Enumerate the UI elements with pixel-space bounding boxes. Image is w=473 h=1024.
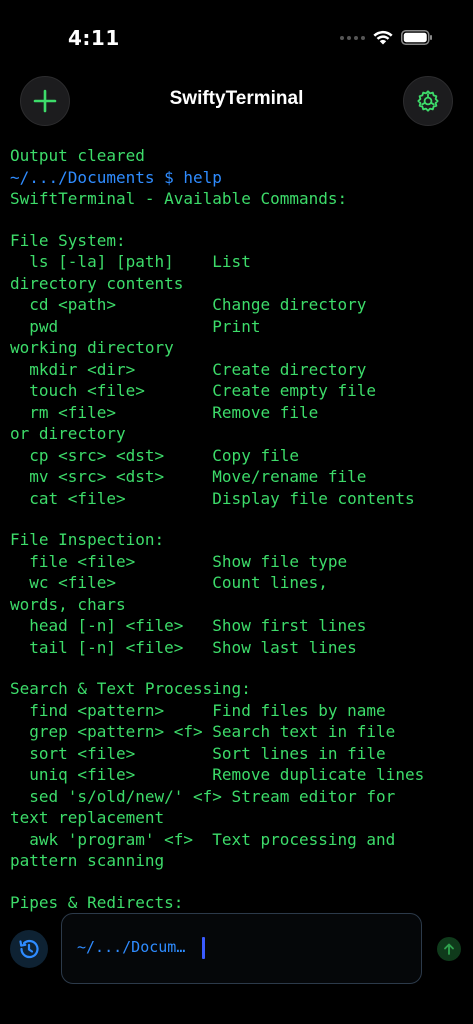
- status-indicators: [340, 30, 433, 45]
- command-input[interactable]: ~/.../Docum…: [61, 913, 422, 984]
- terminal-line: or directory: [10, 424, 126, 443]
- status-bar: 4:11: [0, 0, 473, 70]
- terminal-line: awk 'program' <f> Text processing and: [10, 829, 396, 849]
- status-time: 4:11: [68, 26, 120, 50]
- terminal-line: wc <file> Count lines,: [10, 573, 328, 592]
- terminal-line: SwiftTerminal - Available Commands:: [10, 189, 348, 208]
- terminal-line: tail [-n] <file> Show last lines: [10, 637, 357, 657]
- text-caret: [202, 937, 205, 959]
- input-prompt-text: ~/.../Docum…: [77, 938, 186, 956]
- send-button[interactable]: [437, 937, 461, 961]
- terminal-output[interactable]: Output cleared ~/.../Documents $ help Swif…: [10, 145, 469, 913]
- terminal-line: find <pattern> Find files by name: [10, 700, 386, 720]
- terminal-line: pattern scanning: [10, 851, 165, 870]
- terminal-line: rm <file> Remove file: [10, 402, 319, 422]
- terminal-line: file <file> Show file type: [10, 551, 348, 571]
- wifi-icon: [373, 30, 393, 45]
- history-button[interactable]: [10, 930, 48, 968]
- terminal-line: directory contents: [10, 273, 184, 293]
- terminal-line: File System:: [10, 230, 126, 250]
- nav-bar: SwiftyTerminal: [0, 76, 473, 126]
- cellular-signal-icon: [340, 35, 365, 40]
- terminal-line: pwd Print: [10, 316, 261, 336]
- terminal-line: Output cleared: [10, 146, 145, 165]
- terminal-line: text replacement: [10, 808, 165, 827]
- history-icon: [19, 939, 39, 959]
- terminal-line: mkdir <dir> Create directory: [10, 359, 367, 379]
- terminal-line: cat <file> Display file contents: [10, 488, 415, 508]
- settings-button[interactable]: [403, 76, 453, 126]
- terminal-line: working directory: [10, 338, 174, 357]
- terminal-line: Search & Text Processing:: [10, 679, 251, 698]
- arrow-up-icon: [444, 943, 454, 955]
- terminal-line: ls [-la] [path] List: [10, 252, 251, 271]
- terminal-line: grep <pattern> <f> Search text in file: [10, 722, 396, 741]
- battery-icon: [401, 30, 432, 45]
- terminal-line: sort <file> Sort lines in file: [10, 743, 386, 763]
- terminal-prompt-line: ~/.../Documents $ help: [10, 167, 222, 187]
- terminal-line: words, chars: [10, 594, 126, 614]
- terminal-line: touch <file> Create empty file: [10, 381, 377, 400]
- terminal-line: File Inspection:: [10, 530, 165, 549]
- terminal-line: Pipes & Redirects:: [10, 892, 184, 912]
- terminal-line: sed 's/old/new/' <f> Stream editor for: [10, 786, 396, 806]
- terminal-line: head [-n] <file> Show first lines: [10, 616, 367, 635]
- gear-icon: [417, 90, 439, 112]
- terminal-line: cd <path> Change directory: [10, 295, 367, 314]
- terminal-line: uniq <file> Remove duplicate lines: [10, 765, 425, 784]
- terminal-line: mv <src> <dst> Move/rename file: [10, 467, 367, 486]
- terminal-line: cp <src> <dst> Copy file: [10, 445, 299, 465]
